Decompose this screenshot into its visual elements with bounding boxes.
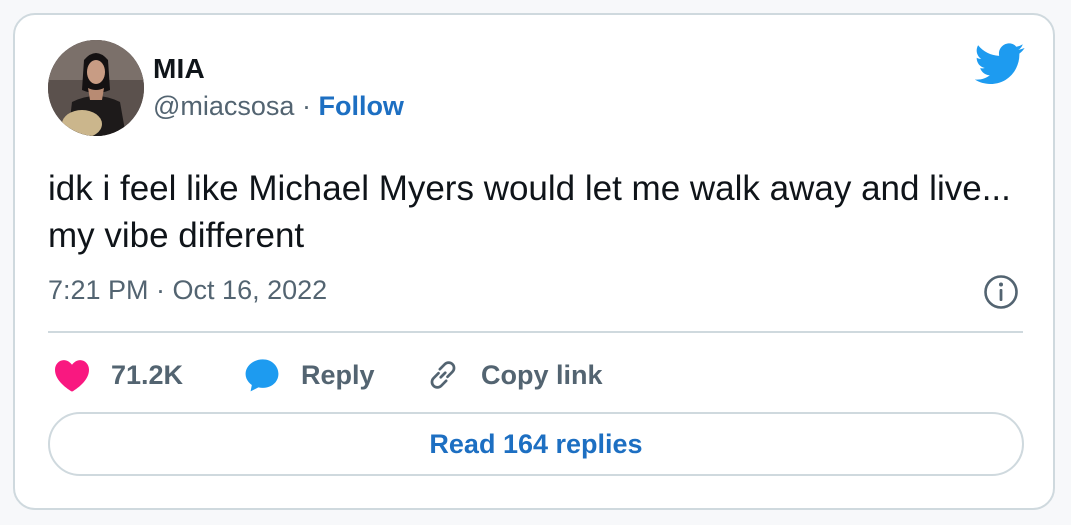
like-button[interactable]: 71.2K <box>53 355 183 395</box>
tweet-card: MIA @miacsosa · Follow idk i feel like M… <box>13 13 1055 510</box>
copy-link-button[interactable]: Copy link <box>425 355 603 395</box>
author-name[interactable]: MIA <box>153 53 205 85</box>
twitter-bird-icon[interactable] <box>975 43 1025 85</box>
info-icon[interactable] <box>983 274 1019 310</box>
handle-separator: · <box>294 91 319 121</box>
follow-button[interactable]: Follow <box>318 91 403 121</box>
tweet-timestamp[interactable]: 7:21 PM · Oct 16, 2022 <box>48 275 327 306</box>
reply-button[interactable]: Reply <box>243 355 375 395</box>
tweet-text: idk i feel like Michael Myers would let … <box>48 169 1011 255</box>
avatar[interactable] <box>48 40 144 136</box>
reply-label: Reply <box>301 359 375 390</box>
divider <box>48 331 1023 333</box>
heart-icon <box>55 360 89 392</box>
copy-link-label: Copy link <box>481 359 603 390</box>
read-replies-button[interactable]: Read 164 replies <box>48 412 1024 476</box>
link-icon <box>430 361 456 389</box>
author-handle[interactable]: @miacsosa <box>153 91 294 121</box>
author-handle-row: @miacsosa · Follow <box>153 91 404 122</box>
speech-bubble-icon <box>245 359 279 392</box>
like-count: 71.2K <box>111 359 184 390</box>
